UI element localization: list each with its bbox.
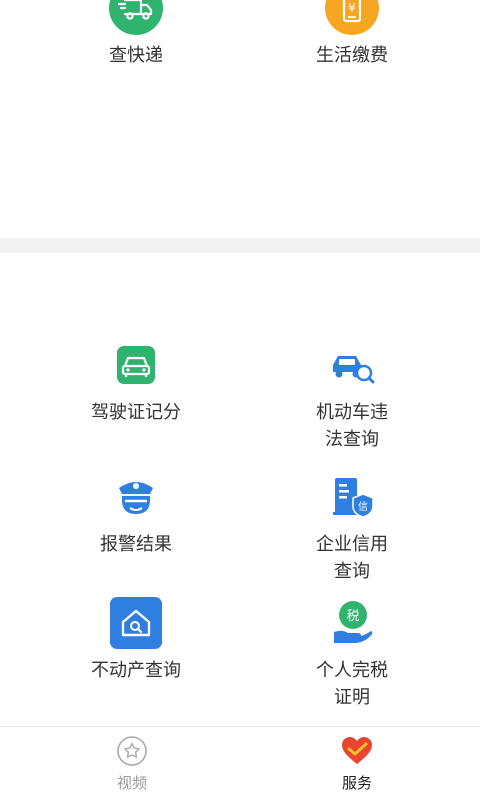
bottom-tab-bar: 视频 服务: [0, 726, 480, 801]
service-tile-enterprise-credit[interactable]: 信 企业信用 查询: [252, 470, 452, 585]
service-label: 报警结果: [100, 534, 172, 555]
house-search-icon: [110, 597, 162, 649]
svg-text:税: 税: [346, 609, 359, 624]
tab-video[interactable]: 视频: [72, 735, 192, 793]
tax-certificate-icon: 税: [334, 601, 373, 643]
bill-payment-icon: ¥: [325, 0, 379, 35]
service-label: 企业信用 查询: [316, 534, 388, 582]
service-tile-driver-license[interactable]: 驾驶证记分: [36, 338, 236, 426]
service-label: 生活缴费: [316, 45, 388, 66]
service-label: 机动车违 法查询: [316, 402, 388, 450]
service-label: 查快递: [109, 45, 163, 66]
car-search-icon: [333, 356, 375, 384]
tab-service[interactable]: 服务: [297, 735, 417, 793]
police-icon: [119, 482, 153, 514]
tab-video-label: 视频: [116, 774, 147, 792]
service-tile-vehicle-violation[interactable]: 机动车违 法查询: [252, 338, 452, 453]
service-label: 驾驶证记分: [91, 402, 181, 423]
service-tile-tax-certificate[interactable]: 税 个人完税 证明: [252, 596, 452, 711]
star-icon: [117, 736, 147, 766]
service-tile-real-estate[interactable]: 不动产查询: [36, 596, 236, 684]
service-tile-police-report[interactable]: 报警结果: [36, 470, 236, 558]
svg-text:¥: ¥: [348, 1, 356, 15]
heart-check-icon: [342, 737, 372, 764]
service-tile-express[interactable]: 查快递: [36, 0, 236, 69]
car-front-icon: [117, 346, 155, 384]
tab-service-label: 服务: [341, 774, 372, 792]
service-label: 个人完税 证明: [316, 660, 388, 708]
service-tile-bill[interactable]: ¥ 生活缴费: [252, 0, 452, 69]
top-services-section: 查快递 ¥ 生活缴费: [0, 0, 480, 238]
delivery-truck-icon: [109, 0, 163, 35]
section-divider: [0, 238, 480, 253]
svg-text:信: 信: [358, 501, 368, 513]
service-label: 不动产查询: [91, 660, 181, 681]
enterprise-credit-icon: 信: [333, 478, 374, 518]
